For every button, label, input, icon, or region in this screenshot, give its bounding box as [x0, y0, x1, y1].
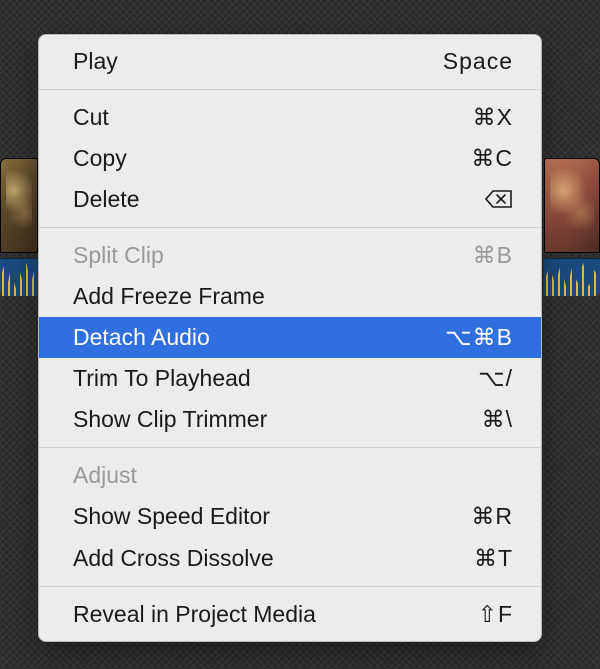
menu-item-label: Show Clip Trimmer — [73, 404, 267, 435]
menu-item-label: Add Cross Dissolve — [73, 543, 274, 574]
menu-separator — [39, 586, 541, 587]
context-menu: Play Space Cut ⌘X Copy ⌘C Delete Split C… — [38, 34, 542, 642]
clip-audio-waveform-right[interactable] — [544, 258, 600, 296]
menu-item-shortcut: ⌘B — [423, 240, 513, 271]
menu-item-shortcut: Space — [423, 46, 513, 77]
menu-item-shortcut: ⌥⌘B — [423, 322, 513, 353]
waveform-icon — [544, 259, 600, 296]
menu-item-show-clip-trimmer[interactable]: Show Clip Trimmer ⌘\ — [39, 399, 541, 440]
clip-thumbnail-right[interactable] — [544, 158, 600, 253]
menu-item-label: Detach Audio — [73, 322, 210, 353]
menu-item-label: Adjust — [73, 460, 137, 491]
menu-separator — [39, 447, 541, 448]
menu-separator — [39, 227, 541, 228]
menu-item-shortcut: ⌥/ — [423, 363, 513, 394]
menu-item-shortcut — [423, 184, 513, 215]
menu-item-label: Play — [73, 46, 118, 77]
menu-item-shortcut: ⌘T — [423, 543, 513, 574]
clip-thumbnail-left[interactable] — [0, 158, 38, 253]
menu-item-label: Add Freeze Frame — [73, 281, 265, 312]
menu-item-shortcut: ⌘C — [423, 143, 513, 174]
menu-item-label: Show Speed Editor — [73, 501, 270, 532]
menu-item-delete[interactable]: Delete — [39, 179, 541, 220]
menu-item-label: Copy — [73, 143, 127, 174]
menu-item-label: Trim To Playhead — [73, 363, 251, 394]
clip-audio-waveform-left[interactable] — [0, 258, 38, 296]
menu-item-show-speed-editor[interactable]: Show Speed Editor ⌘R — [39, 496, 541, 537]
menu-item-split-clip: Split Clip ⌘B — [39, 235, 541, 276]
menu-item-shortcut: ⌘R — [423, 501, 513, 532]
menu-item-shortcut: ⇧F — [423, 599, 513, 630]
menu-item-label: Delete — [73, 184, 139, 215]
menu-separator — [39, 89, 541, 90]
menu-item-shortcut: ⌘\ — [423, 404, 513, 435]
menu-item-add-cross-dissolve[interactable]: Add Cross Dissolve ⌘T — [39, 538, 541, 579]
menu-item-adjust: Adjust — [39, 455, 541, 496]
menu-item-label: Reveal in Project Media — [73, 599, 316, 630]
menu-item-detach-audio[interactable]: Detach Audio ⌥⌘B — [39, 317, 541, 358]
menu-item-copy[interactable]: Copy ⌘C — [39, 138, 541, 179]
menu-item-label: Split Clip — [73, 240, 164, 271]
menu-item-shortcut: ⌘X — [423, 102, 513, 133]
menu-item-reveal-in-project-media[interactable]: Reveal in Project Media ⇧F — [39, 594, 541, 635]
menu-item-add-freeze-frame[interactable]: Add Freeze Frame — [39, 276, 541, 317]
menu-item-trim-to-playhead[interactable]: Trim To Playhead ⌥/ — [39, 358, 541, 399]
menu-item-label: Cut — [73, 102, 109, 133]
waveform-icon — [0, 259, 38, 296]
menu-item-play[interactable]: Play Space — [39, 41, 541, 82]
backspace-icon — [485, 189, 513, 209]
menu-item-cut[interactable]: Cut ⌘X — [39, 97, 541, 138]
